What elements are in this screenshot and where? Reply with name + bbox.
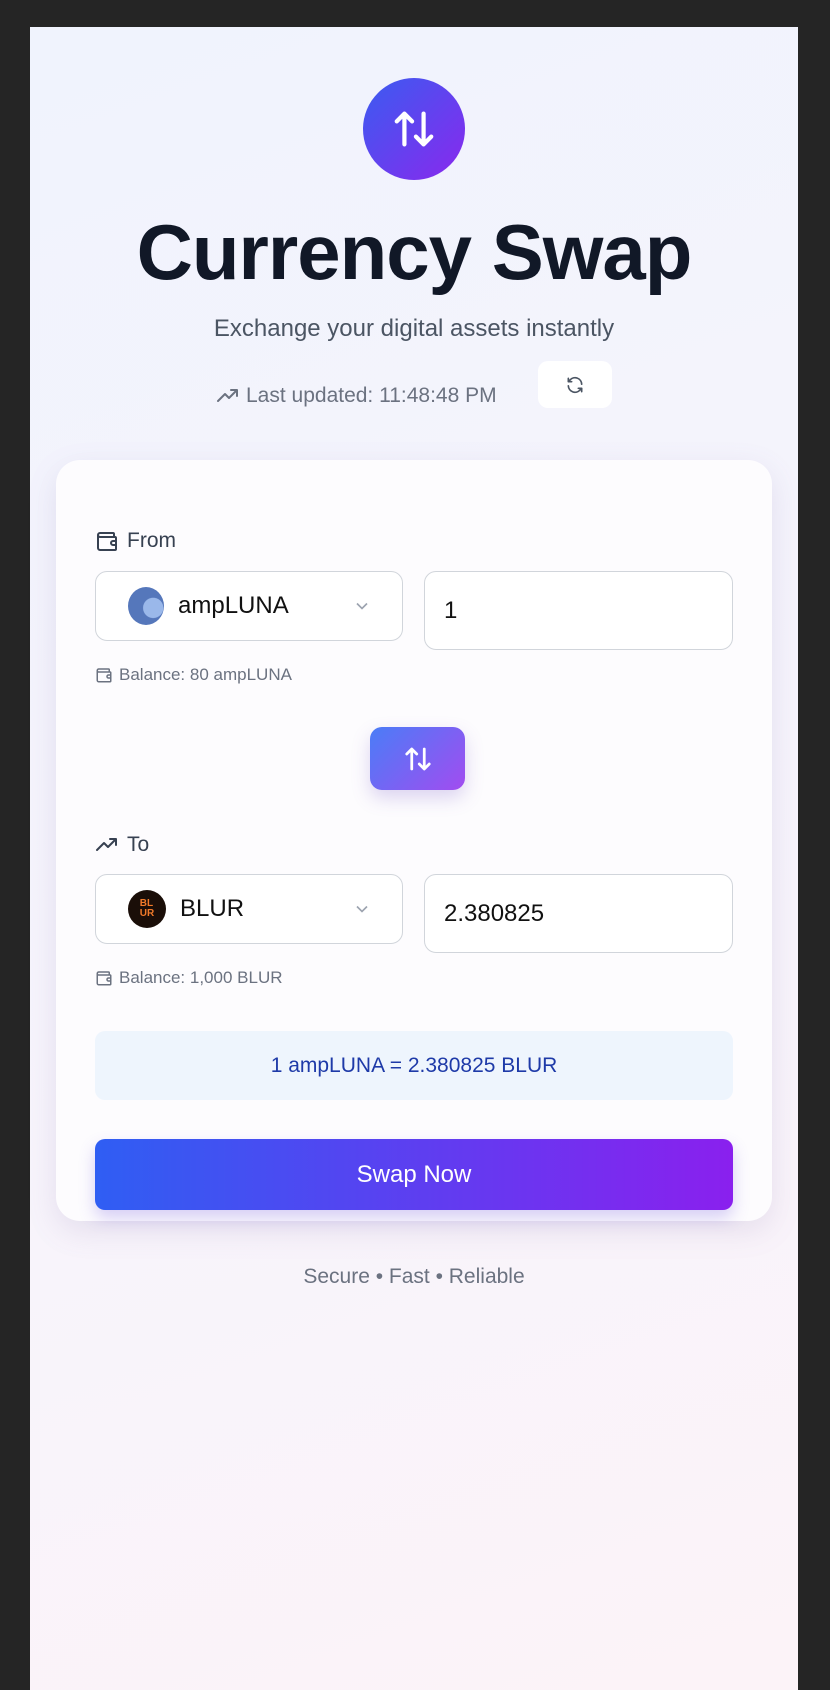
to-label-text: To <box>127 833 150 856</box>
blur-token-icon: BL UR <box>128 890 166 928</box>
swap-direction-button[interactable] <box>370 727 465 790</box>
from-balance-text: Balance: 80 ampLUNA <box>119 665 292 684</box>
from-balance: Balance: 80 ampLUNA <box>95 665 292 685</box>
wallet-icon <box>96 668 112 683</box>
refresh-icon <box>567 376 583 393</box>
swap-card: From ampLUNA Balance: 80 ampLUNA To BLUR… <box>56 460 772 1221</box>
footer-tagline: Secure • Fast • Reliable <box>303 1265 525 1288</box>
refresh-button[interactable] <box>538 361 612 408</box>
trending-up-icon <box>96 838 117 851</box>
trending-up-icon <box>217 389 238 402</box>
from-amount-input[interactable] <box>424 571 733 650</box>
swap-logo-icon <box>363 78 465 180</box>
wallet-icon <box>96 971 112 986</box>
last-updated-text: Last updated: 11:48:48 PM <box>246 384 497 407</box>
to-token-name: BLUR <box>180 895 245 922</box>
page-subtitle: Exchange your digital assets instantly <box>213 315 615 342</box>
to-token-select[interactable]: BL UR BLUR <box>95 874 403 944</box>
from-label-text: From <box>127 529 176 552</box>
swap-now-button[interactable]: Swap Now <box>95 1139 733 1210</box>
last-updated: Last updated: 11:48:48 PM <box>216 384 497 408</box>
from-token-select[interactable]: ampLUNA <box>95 571 403 641</box>
to-balance: Balance: 1,000 BLUR <box>95 968 283 988</box>
app-window: Currency Swap Exchange your digital asse… <box>30 27 798 1690</box>
to-balance-text: Balance: 1,000 BLUR <box>119 968 283 987</box>
from-label: From <box>95 529 176 553</box>
chevron-down-icon <box>356 905 368 913</box>
exchange-rate: 1 ampLUNA = 2.380825 BLUR <box>95 1031 733 1100</box>
swap-arrows-icon <box>404 747 431 770</box>
ampluna-token-icon <box>128 587 164 625</box>
chevron-down-icon <box>356 602 368 610</box>
wallet-icon <box>97 532 117 551</box>
from-token-name: ampLUNA <box>178 592 289 619</box>
to-amount-input[interactable] <box>424 874 733 953</box>
page-title: Currency Swap <box>136 208 693 296</box>
to-label: To <box>95 833 149 857</box>
